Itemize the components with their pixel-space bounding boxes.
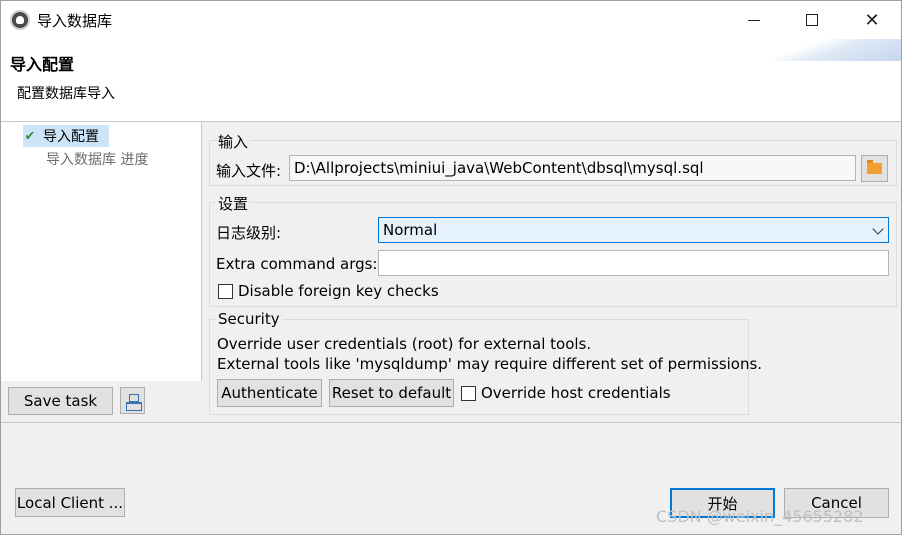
import-database-dialog: 导入数据库 ✕ 导入配置 配置数据库导入 ✔ 导入配置 导入数据库 进度 Sav… (0, 0, 902, 535)
page-subtitle: 配置数据库导入 (17, 86, 115, 102)
security-group-label: Security (216, 310, 282, 328)
log-level-value: Normal (383, 221, 438, 239)
page-title: 导入配置 (10, 55, 75, 74)
task-icon (125, 393, 142, 411)
checkmark-icon: ✔ (24, 128, 36, 144)
wizard-header: 导入配置 配置数据库导入 (1, 39, 901, 122)
input-file-label: 输入文件: (216, 162, 282, 180)
extra-args-input[interactable] (378, 250, 889, 276)
watermark: CSDN @weixin_45655282 (656, 507, 864, 526)
reset-to-default-button[interactable]: Reset to default (329, 379, 454, 407)
header-banner (751, 39, 901, 61)
maximize-button[interactable] (783, 1, 841, 39)
config-pane: 输入 输入文件: D:\Allprojects\miniui_java\WebC… (203, 122, 901, 422)
extra-args-label: Extra command args: (216, 255, 378, 273)
minimize-icon (748, 19, 760, 21)
security-description-2: External tools like 'mysqldump' may requ… (217, 355, 763, 373)
app-logo-icon (10, 10, 30, 30)
nav-item-label: 导入数据库 进度 (46, 152, 149, 168)
input-group-label: 输入 (216, 131, 251, 152)
security-description-1: Override user credentials (root) for ext… (217, 335, 592, 353)
minimize-button[interactable] (725, 1, 783, 39)
save-task-button[interactable]: Save task (8, 387, 113, 415)
window-title: 导入数据库 (37, 12, 113, 30)
wizard-nav: ✔ 导入配置 导入数据库 进度 Save task (1, 122, 202, 422)
chevron-down-icon (872, 223, 884, 235)
maximize-icon (806, 14, 818, 26)
log-level-label: 日志级别: (216, 224, 282, 242)
settings-group-label: 设置 (216, 193, 251, 214)
title-bar: 导入数据库 ✕ (1, 1, 901, 39)
nav-item-import-config[interactable]: ✔ 导入配置 (23, 125, 109, 147)
input-file-field[interactable]: D:\Allprojects\miniui_java\WebContent\db… (289, 155, 856, 181)
close-button[interactable]: ✕ (843, 1, 901, 39)
nav-actions: Save task (1, 381, 202, 422)
browse-file-button[interactable] (861, 155, 888, 182)
close-icon: ✕ (864, 9, 880, 31)
authenticate-button[interactable]: Authenticate (217, 379, 322, 407)
folder-icon (867, 160, 882, 174)
nav-item-import-progress[interactable]: 导入数据库 进度 (46, 148, 148, 170)
disable-fk-label: Disable foreign key checks (238, 282, 439, 300)
task-config-button[interactable] (120, 387, 145, 414)
override-host-label: Override host credentials (481, 384, 671, 402)
local-client-button[interactable]: Local Client ... (15, 488, 125, 517)
disable-fk-checkbox[interactable] (218, 284, 233, 299)
log-level-select[interactable]: Normal (378, 217, 889, 243)
override-host-checkbox[interactable] (461, 386, 476, 401)
nav-item-label: 导入配置 (43, 129, 99, 145)
